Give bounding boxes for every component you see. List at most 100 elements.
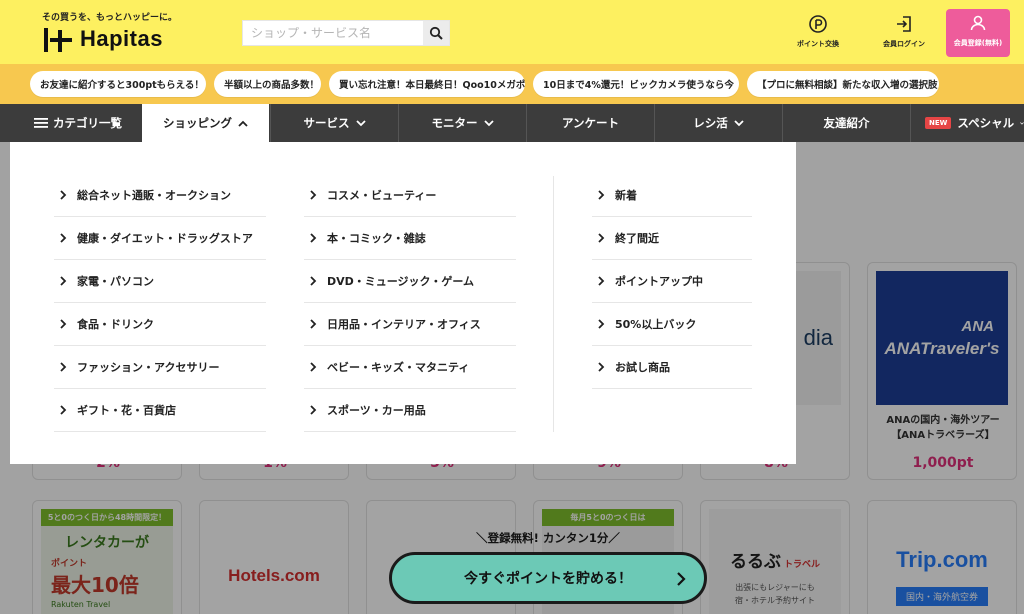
search-input[interactable] <box>243 21 423 45</box>
chevron-right-icon <box>60 233 67 243</box>
cta-earn-points-button[interactable]: 今すぐポイントを貯める！ <box>389 552 707 604</box>
chevron-right-icon <box>60 276 67 286</box>
dropdown-item-label: 家電・パソコン <box>77 275 154 288</box>
chevron-right-icon <box>60 405 67 415</box>
dropdown-item[interactable]: ベビー・キッズ・マタニティ <box>304 346 516 389</box>
chevron-right-icon <box>60 362 67 372</box>
dropdown-item[interactable]: DVD・ミュージック・ゲーム <box>304 260 516 303</box>
chevron-down-icon <box>483 119 494 126</box>
dropdown-item-label: ベビー・キッズ・マタニティ <box>327 361 470 374</box>
nav-survey-label: アンケート <box>561 116 620 130</box>
chevron-right-icon <box>598 276 605 286</box>
dropdown-item-label: お試し商品 <box>615 361 670 374</box>
nav-referral[interactable]: 友達紹介 <box>782 104 910 142</box>
nav-shopping-label: ショッピング <box>163 116 232 130</box>
dropdown-item[interactable]: 食品・ドリンク <box>54 303 266 346</box>
login-icon <box>897 16 911 32</box>
chevron-right-icon <box>60 319 67 329</box>
dropdown-item-label: 新着 <box>615 189 637 202</box>
search-box <box>242 20 450 46</box>
campaign-pill[interactable]: 半額以上の商品多数！ <box>214 71 321 97</box>
logo-text: Hapitas <box>80 26 163 51</box>
dropdown-item[interactable]: ポイントアップ中 <box>592 260 752 303</box>
nav-category-label: カテゴリ一覧 <box>53 116 122 130</box>
search-button[interactable] <box>423 21 449 45</box>
chevron-up-icon <box>238 120 248 127</box>
login-label: 会員ログイン <box>883 40 925 48</box>
dropdown-item[interactable]: ファッション・アクセサリー <box>54 346 266 389</box>
dropdown-item-label: 終了間近 <box>615 232 659 245</box>
campaign-pill[interactable]: 買い忘れ注意！本日最終日！Qoo10メガポ <box>329 71 525 97</box>
chevron-down-icon <box>355 119 366 126</box>
dropdown-item-label: DVD・ミュージック・ゲーム <box>327 275 475 288</box>
dropdown-item[interactable]: 日用品・インテリア・オフィス <box>304 303 516 346</box>
login-button[interactable]: 会員ログイン <box>872 10 936 56</box>
hamburger-icon <box>34 118 48 128</box>
nav-special[interactable]: NEW スペシャル <box>910 104 1024 142</box>
cta-note: ＼登録無料! カンタン1分／ <box>476 531 620 545</box>
dropdown-item[interactable]: コスメ・ビューティー <box>304 174 516 217</box>
chevron-right-icon <box>598 319 605 329</box>
points-exchange-button[interactable]: ポイント交換 <box>786 10 850 56</box>
chevron-right-icon <box>677 572 686 586</box>
main-nav: カテゴリ一覧 ショッピング サービス モニター アンケート レシ活 友達紹介 N… <box>0 104 1024 142</box>
dropdown-item-label: 総合ネット通販・オークション <box>77 189 231 202</box>
campaign-pill[interactable]: 10日まで4%還元！ビックカメラ使うなら今 <box>533 71 739 97</box>
dropdown-item[interactable]: 総合ネット通販・オークション <box>54 174 266 217</box>
chevron-right-icon <box>598 190 605 200</box>
dropdown-item[interactable]: 新着 <box>592 174 752 217</box>
chevron-right-icon <box>60 190 67 200</box>
campaign-pill[interactable]: 【プロに無料相談】新たな収入増の選択肢 <box>747 71 939 97</box>
nav-survey[interactable]: アンケート <box>526 104 654 142</box>
nav-monitor[interactable]: モニター <box>398 104 526 142</box>
dropdown-item[interactable]: 本・コミック・雑誌 <box>304 217 516 260</box>
dropdown-item[interactable]: お試し商品 <box>592 346 752 389</box>
nav-service[interactable]: サービス <box>270 104 398 142</box>
dropdown-item-label: ポイントアップ中 <box>615 275 703 288</box>
dropdown-divider <box>553 176 554 432</box>
dropdown-column-2: コスメ・ビューティー 本・コミック・雑誌 DVD・ミュージック・ゲーム 日用品・… <box>304 174 516 432</box>
chevron-right-icon <box>598 233 605 243</box>
dropdown-item-label: コスメ・ビューティー <box>327 189 437 202</box>
dropdown-item[interactable]: ギフト・花・百貨店 <box>54 389 266 432</box>
chevron-right-icon <box>310 405 317 415</box>
chevron-right-icon <box>310 233 317 243</box>
chevron-right-icon <box>598 362 605 372</box>
user-icon <box>970 15 986 31</box>
search-icon <box>429 26 443 40</box>
nav-receipt[interactable]: レシ活 <box>654 104 782 142</box>
nav-special-label: スペシャル <box>957 116 1015 130</box>
logo-tagline: その買うを、もっとハッピーに。 <box>42 13 178 23</box>
nav-shopping[interactable]: ショッピング <box>142 104 269 142</box>
chevron-down-icon <box>1020 121 1024 125</box>
dropdown-column-1: 総合ネット通販・オークション 健康・ダイエット・ドラッグストア 家電・パソコン … <box>54 174 266 432</box>
nav-monitor-label: モニター <box>431 116 478 130</box>
points-exchange-label: ポイント交換 <box>797 40 839 48</box>
nav-service-label: サービス <box>303 116 350 130</box>
dropdown-item[interactable]: 50%以上バック <box>592 303 752 346</box>
dropdown-item[interactable]: 健康・ダイエット・ドラッグストア <box>54 217 266 260</box>
site-logo[interactable]: その買うを、もっとハッピーに。 Hapitas <box>42 10 192 56</box>
nav-receipt-label: レシ活 <box>693 116 728 130</box>
shopping-dropdown-menu: 総合ネット通販・オークション 健康・ダイエット・ドラッグストア 家電・パソコン … <box>10 142 796 464</box>
dropdown-item[interactable]: スポーツ・カー用品 <box>304 389 516 432</box>
campaign-pill[interactable]: お友達に紹介すると300ptもらえる！ <box>30 71 206 97</box>
dropdown-item-label: 食品・ドリンク <box>77 318 154 331</box>
dropdown-item-label: 本・コミック・雑誌 <box>327 232 426 245</box>
dropdown-item-label: ファッション・アクセサリー <box>77 361 220 374</box>
chevron-right-icon <box>310 362 317 372</box>
campaign-bar: お友達に紹介すると300ptもらえる！ 半額以上の商品多数！ 買い忘れ注意！本日… <box>0 64 1024 104</box>
dropdown-item[interactable]: 家電・パソコン <box>54 260 266 303</box>
site-header: その買うを、もっとハッピーに。 Hapitas ポイント交換 会員ロ <box>0 0 1024 64</box>
cta-button-label: 今すぐポイントを貯める！ <box>464 571 632 587</box>
chevron-down-icon <box>734 119 744 126</box>
points-icon <box>809 15 827 33</box>
dropdown-item-label: 日用品・インテリア・オフィス <box>327 318 481 331</box>
chevron-right-icon <box>310 276 317 286</box>
nav-category-list[interactable]: カテゴリ一覧 <box>14 104 142 142</box>
register-button[interactable]: 会員登録(無料) <box>946 9 1010 57</box>
nav-referral-label: 友達紹介 <box>823 116 870 130</box>
dropdown-item[interactable]: 終了間近 <box>592 217 752 260</box>
register-label: 会員登録(無料) <box>953 39 1003 47</box>
hapitas-logo-mark-icon <box>44 28 72 52</box>
